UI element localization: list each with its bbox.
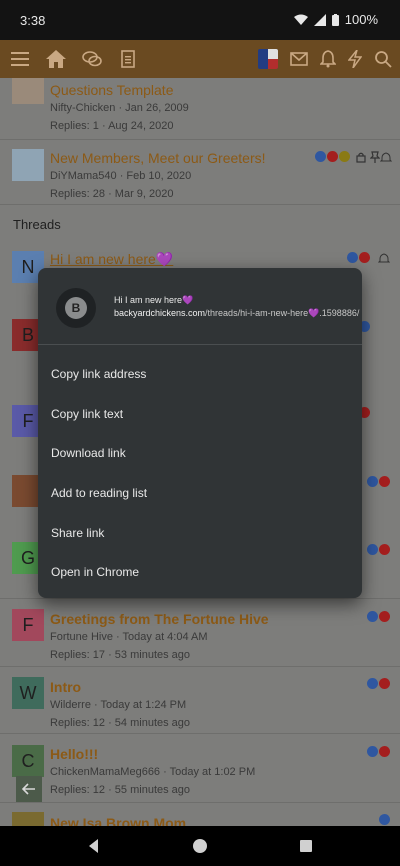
thread-title[interactable]: Questions Template xyxy=(50,82,400,98)
battery-percent: 100% xyxy=(344,12,378,27)
link-path: /threads/hi-i-am-new-here💜.1598886/ xyxy=(205,308,360,318)
divider xyxy=(0,666,400,667)
status-bar: 3:38 100% xyxy=(0,0,400,40)
divider xyxy=(0,802,400,803)
thread-title[interactable]: Hello!!! xyxy=(50,746,400,762)
signal-icon xyxy=(313,13,326,26)
arrow-left-icon xyxy=(22,783,35,795)
thread-stats: Replies: 17 · 53 minutes ago xyxy=(50,649,191,661)
bell-icon[interactable] xyxy=(320,50,336,68)
section-heading: Threads xyxy=(13,217,61,232)
reaction-icons xyxy=(367,544,390,555)
lightning-icon[interactable] xyxy=(348,50,362,68)
chat-icon[interactable] xyxy=(80,47,104,71)
link-domain: backyardchickens.com xyxy=(114,308,206,318)
thread-stats: Replies: 12 · 54 minutes ago xyxy=(50,717,191,729)
user-avatar-flag[interactable] xyxy=(258,49,278,69)
reaction-icons xyxy=(315,151,350,162)
link-context-menu: B Hi I am new here💜 backyardchickens.com… xyxy=(38,268,362,598)
mail-icon[interactable] xyxy=(290,52,308,66)
pin-icon xyxy=(370,151,380,163)
reaction-icons xyxy=(367,611,390,622)
reaction-icons xyxy=(367,746,390,757)
recents-icon[interactable] xyxy=(298,838,314,854)
context-menu-header: B Hi I am new here💜 backyardchickens.com… xyxy=(38,268,362,345)
site-favicon: B xyxy=(56,288,96,328)
thread-title[interactable]: Intro xyxy=(50,679,400,695)
divider xyxy=(0,733,400,734)
top-navigation xyxy=(0,40,400,78)
back-icon[interactable] xyxy=(86,838,102,854)
reaction-icons xyxy=(379,814,390,825)
bell-icon[interactable] xyxy=(380,152,392,164)
divider xyxy=(0,139,400,140)
search-icon[interactable] xyxy=(374,50,392,68)
list-item[interactable]: Hello!!! ChickenMamaMeg666 · Today at 1:… xyxy=(0,746,400,796)
list-item[interactable]: Intro Wilderre · Today at 1:24 PM Replie… xyxy=(0,679,400,729)
link-title: Hi I am new here💜 xyxy=(114,295,194,305)
copy-link-address-option[interactable]: Copy link address xyxy=(51,367,146,381)
link-url: backyardchickens.com/threads/hi-i-am-new… xyxy=(114,308,359,319)
share-link-option[interactable]: Share link xyxy=(51,526,104,540)
copy-link-text-option[interactable]: Copy link text xyxy=(51,407,123,421)
thread-stats: Replies: 1 · Aug 24, 2020 xyxy=(50,120,174,132)
thread-stats: Replies: 28 · Mar 9, 2020 xyxy=(50,188,174,200)
download-link-option[interactable]: Download link xyxy=(51,446,126,460)
lock-icon xyxy=(356,152,366,163)
list-item[interactable]: Greetings from The Fortune Hive Fortune … xyxy=(0,611,400,661)
divider xyxy=(0,598,400,599)
thread-meta: Wilderre · Today at 1:24 PM xyxy=(50,699,187,711)
reaction-icons xyxy=(367,678,390,689)
reaction-icons xyxy=(347,252,370,263)
list-item[interactable]: Questions Template Nifty-Chicken · Jan 2… xyxy=(0,82,400,132)
thread-meta: DiYMama540 · Feb 10, 2020 xyxy=(50,170,192,182)
battery-icon xyxy=(331,13,339,26)
thread-meta: ChickenMamaMeg666 · Today at 1:02 PM xyxy=(50,766,256,778)
bell-icon[interactable] xyxy=(378,253,390,265)
wifi-icon xyxy=(293,14,308,25)
open-in-chrome-option[interactable]: Open in Chrome xyxy=(51,565,139,579)
add-to-reading-list-option[interactable]: Add to reading list xyxy=(51,486,147,500)
home-icon[interactable] xyxy=(44,47,68,71)
reaction-icons xyxy=(367,476,390,487)
thread-meta: Nifty-Chicken · Jan 26, 2009 xyxy=(50,102,189,114)
status-time: 3:38 xyxy=(20,13,46,28)
home-button-icon[interactable] xyxy=(192,838,208,854)
favicon-letter: B xyxy=(65,297,87,319)
list-item[interactable]: Hi I am new here💜 xyxy=(0,251,400,268)
thread-title[interactable]: Greetings from The Fortune Hive xyxy=(50,611,400,627)
system-navigation-bar xyxy=(0,826,400,866)
thread-stats: Replies: 12 · 55 minutes ago xyxy=(50,784,191,796)
divider xyxy=(0,204,400,205)
thread-title[interactable]: New Isa Brown Mom xyxy=(50,815,400,826)
document-icon[interactable] xyxy=(116,47,140,71)
list-item[interactable]: New Isa Brown Mom xyxy=(0,815,400,826)
scroll-back-button[interactable] xyxy=(16,776,42,802)
menu-icon[interactable] xyxy=(8,47,32,71)
thread-meta: Fortune Hive · Today at 4:04 AM xyxy=(50,631,208,643)
